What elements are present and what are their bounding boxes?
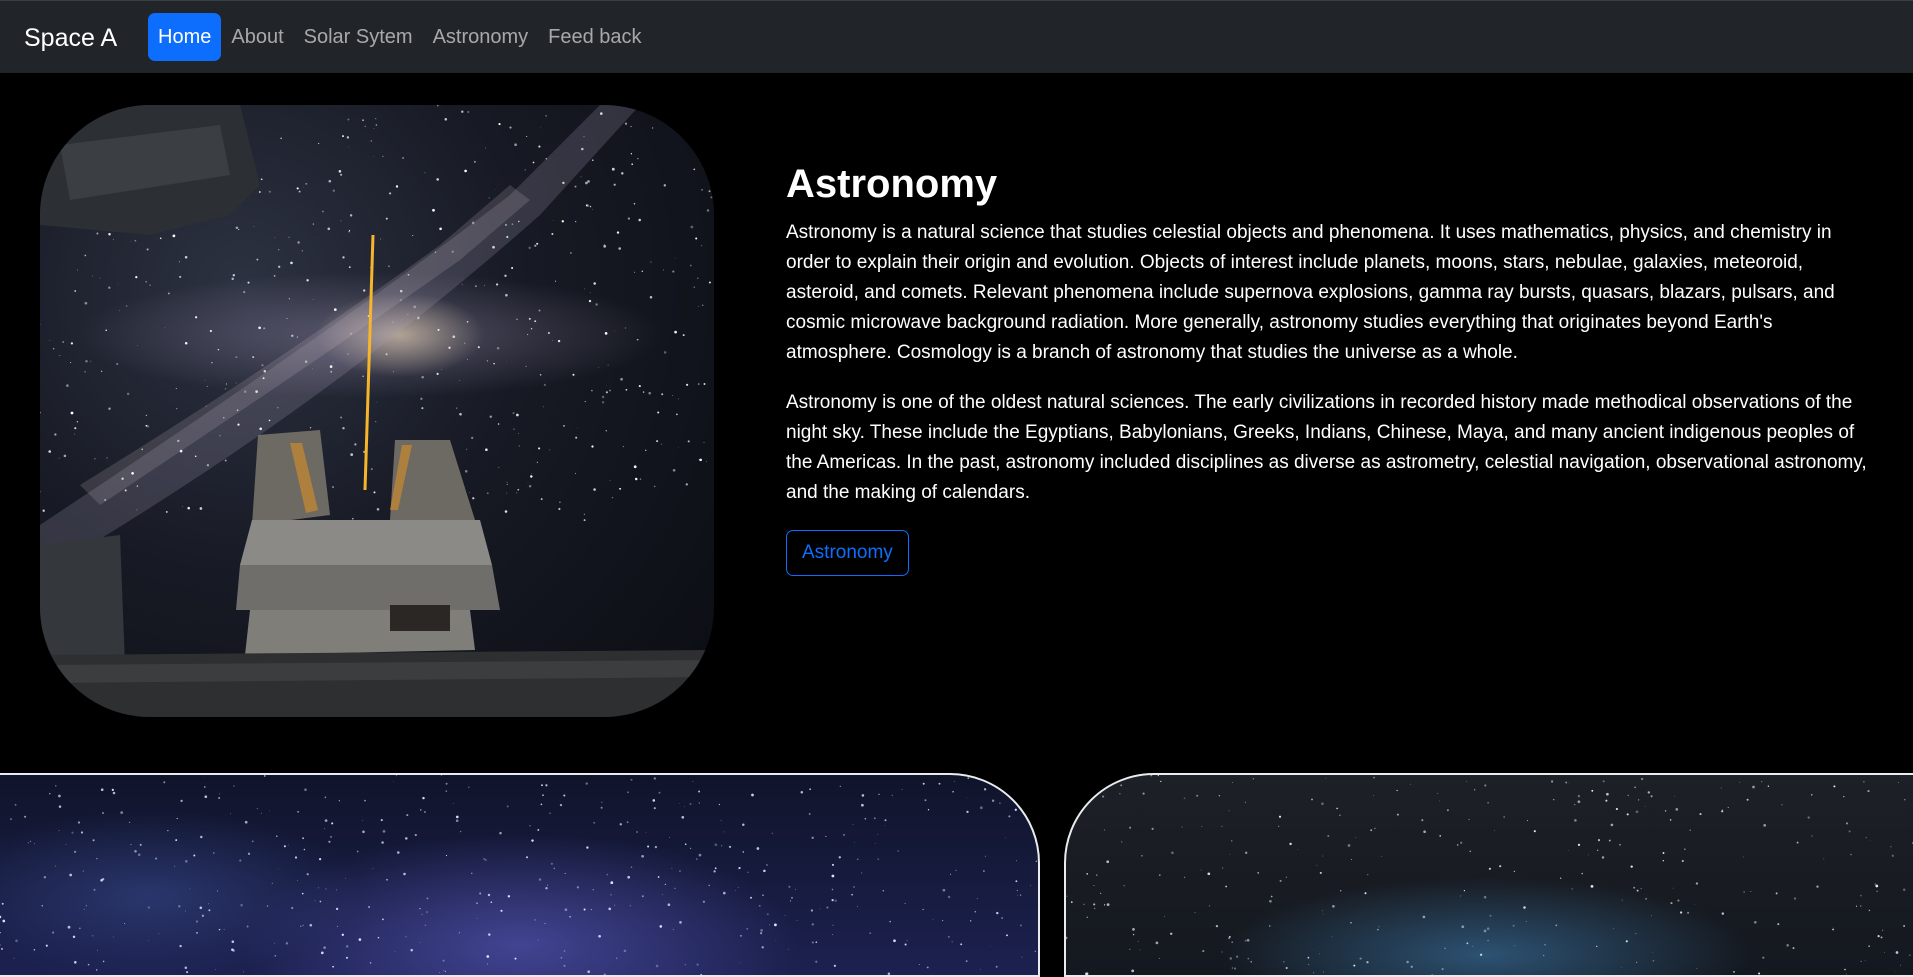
nav-link-home[interactable]: Home bbox=[148, 13, 221, 61]
starfield-card-right bbox=[1064, 773, 1913, 977]
astronomy-button[interactable]: Astronomy bbox=[786, 530, 909, 576]
starfield-card-left bbox=[0, 773, 1040, 977]
brand-link[interactable]: Space A bbox=[24, 23, 117, 53]
observatory-milky-way-image bbox=[40, 105, 714, 717]
observatory-illustration bbox=[40, 105, 714, 717]
nav-link-about[interactable]: About bbox=[221, 13, 293, 61]
starfield-left-illustration bbox=[0, 775, 1038, 975]
paragraph-1: Astronomy is a natural science that stud… bbox=[786, 218, 1876, 368]
starfield-right-illustration bbox=[1066, 775, 1913, 975]
nav-link-astronomy[interactable]: Astronomy bbox=[423, 13, 539, 61]
nav-link-feedback[interactable]: Feed back bbox=[538, 13, 651, 61]
navbar: Space A Home About Solar Sytem Astronomy… bbox=[0, 0, 1913, 73]
nav-links: Home About Solar Sytem Astronomy Feed ba… bbox=[148, 13, 652, 61]
paragraph-2: Astronomy is one of the oldest natural s… bbox=[786, 388, 1876, 508]
nav-link-solar-system[interactable]: Solar Sytem bbox=[294, 13, 423, 61]
section-title: Astronomy bbox=[786, 160, 1876, 208]
astronomy-section: Astronomy Astronomy is a natural science… bbox=[786, 160, 1876, 576]
